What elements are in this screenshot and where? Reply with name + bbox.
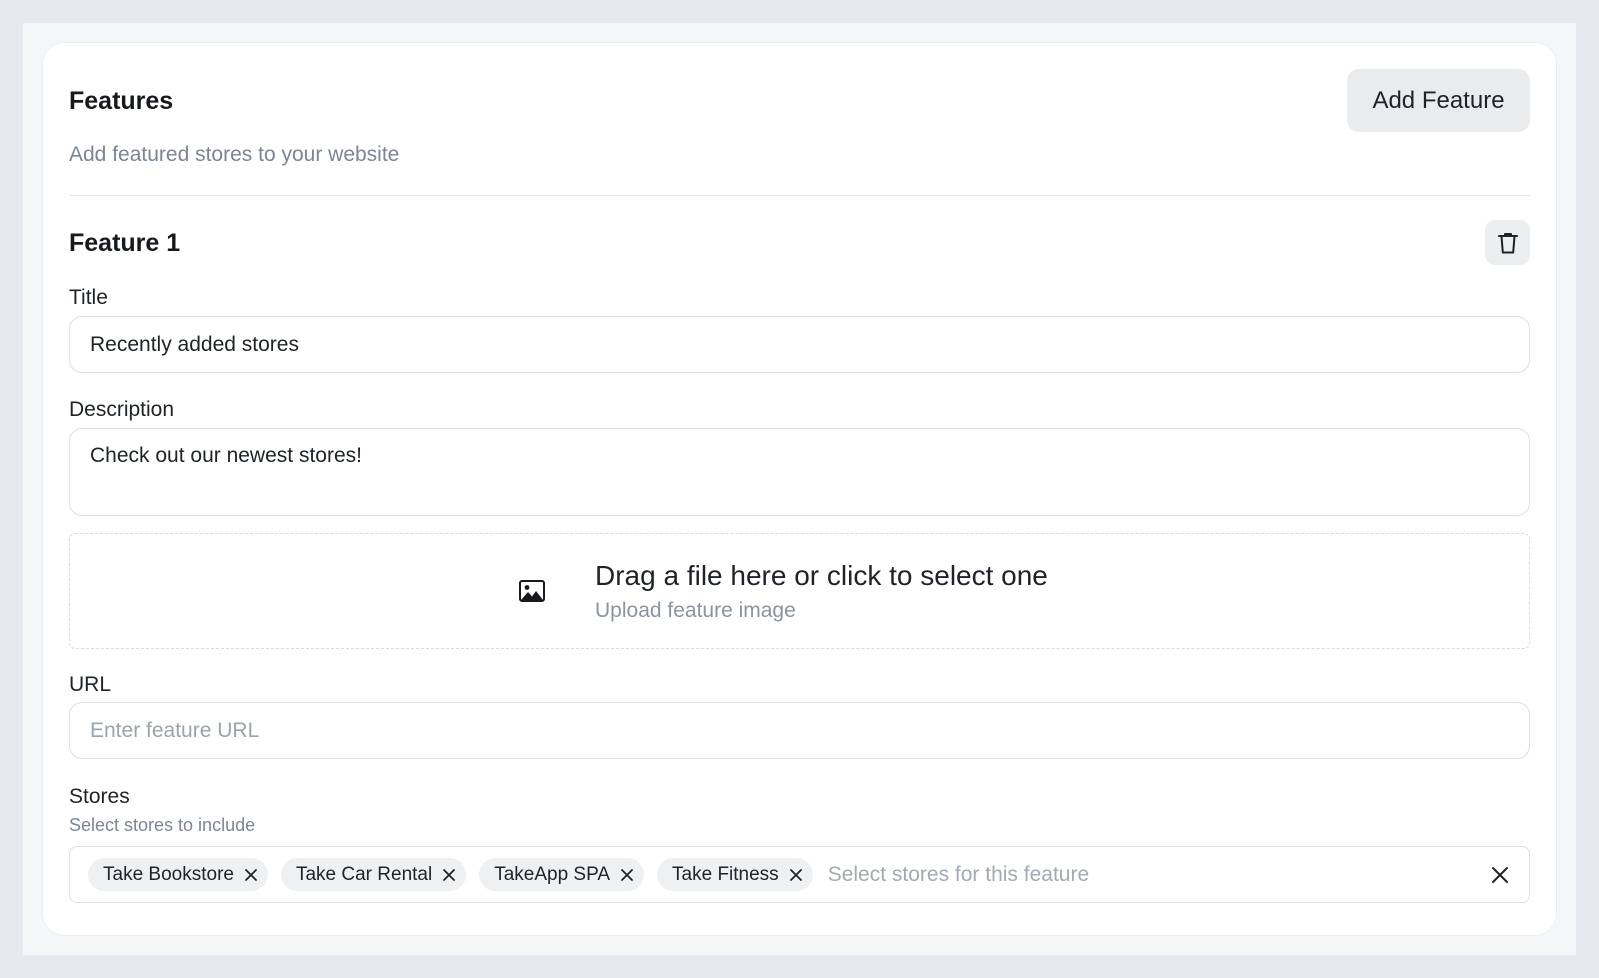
close-icon[interactable] xyxy=(620,868,634,882)
stores-label: Stores xyxy=(69,785,130,808)
store-chip[interactable]: Take Bookstore xyxy=(88,858,268,891)
close-icon[interactable] xyxy=(442,868,456,882)
dropzone-subtitle: Upload feature image xyxy=(595,599,796,622)
title-label: Title xyxy=(69,286,108,309)
stores-multiselect[interactable]: Take Bookstore Take Car Rental TakeApp S… xyxy=(69,846,1530,903)
dropzone-title: Drag a file here or click to select one xyxy=(595,560,1048,591)
url-label: URL xyxy=(69,673,112,696)
section-title: Features xyxy=(69,87,174,115)
url-input[interactable] xyxy=(69,702,1530,759)
title-input[interactable] xyxy=(69,316,1530,373)
close-icon[interactable] xyxy=(244,868,258,882)
store-chip[interactable]: Take Car Rental xyxy=(280,858,467,891)
section-divider xyxy=(69,195,1530,196)
store-chip-label: Take Bookstore xyxy=(103,863,234,885)
clear-all-icon[interactable] xyxy=(1491,866,1509,884)
feature-title: Feature 1 xyxy=(69,229,181,257)
page-background: Features Add featured stores to your web… xyxy=(23,23,1576,955)
store-chip-label: TakeApp SPA xyxy=(494,863,611,885)
store-chip-label: Take Fitness xyxy=(672,863,779,885)
section-subtitle: Add featured stores to your website xyxy=(69,143,400,166)
close-icon[interactable] xyxy=(789,868,803,882)
image-icon xyxy=(519,580,545,602)
trash-icon xyxy=(1497,232,1518,253)
store-chip[interactable]: Take Fitness xyxy=(657,858,813,891)
stores-hint: Select stores to include xyxy=(69,815,256,835)
store-chip-label: Take Car Rental xyxy=(295,863,433,885)
delete-feature-button[interactable] xyxy=(1485,220,1530,265)
image-dropzone[interactable]: Drag a file here or click to select one … xyxy=(69,533,1530,649)
add-feature-button[interactable]: Add Feature xyxy=(1347,69,1530,132)
description-label: Description xyxy=(69,398,175,421)
description-textarea[interactable]: Check out our newest stores! xyxy=(69,428,1530,516)
features-card: Features Add featured stores to your web… xyxy=(42,42,1557,936)
stores-placeholder[interactable]: Select stores for this feature xyxy=(828,863,1089,887)
store-chip[interactable]: TakeApp SPA xyxy=(479,858,645,891)
